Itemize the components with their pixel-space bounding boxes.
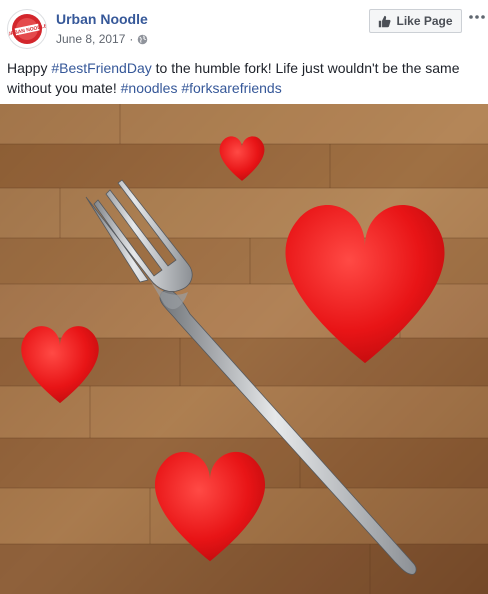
page-avatar[interactable]: URBAN NOODLE (7, 9, 47, 49)
post-photo[interactable] (0, 104, 488, 594)
urban-noodle-logo: URBAN NOODLE (8, 11, 46, 47)
thumbs-up-icon (379, 15, 391, 27)
more-options-icon[interactable] (468, 9, 486, 25)
hashtag-best-friend-day-link[interactable]: #BestFriendDay (51, 60, 151, 76)
page-name-link[interactable]: Urban Noodle (56, 11, 148, 27)
post-text-segment: Happy (7, 60, 52, 76)
post-date[interactable]: June 8, 2017 (56, 32, 125, 46)
hashtag-noodles-link[interactable]: #noodles (121, 80, 178, 96)
post-meta: June 8, 2017 · (56, 32, 148, 46)
like-page-label: Like Page (396, 14, 453, 28)
post-message: Happy #BestFriendDay to the humble fork!… (7, 58, 483, 98)
meta-separator: · (129, 32, 134, 46)
globe-icon[interactable] (137, 34, 148, 45)
like-page-button[interactable]: Like Page (369, 9, 462, 33)
hashtag-forks-link[interactable]: #forksarefriends (181, 80, 281, 96)
post-header: URBAN NOODLE Urban Noodle June 8, 2017 ·… (0, 0, 488, 56)
